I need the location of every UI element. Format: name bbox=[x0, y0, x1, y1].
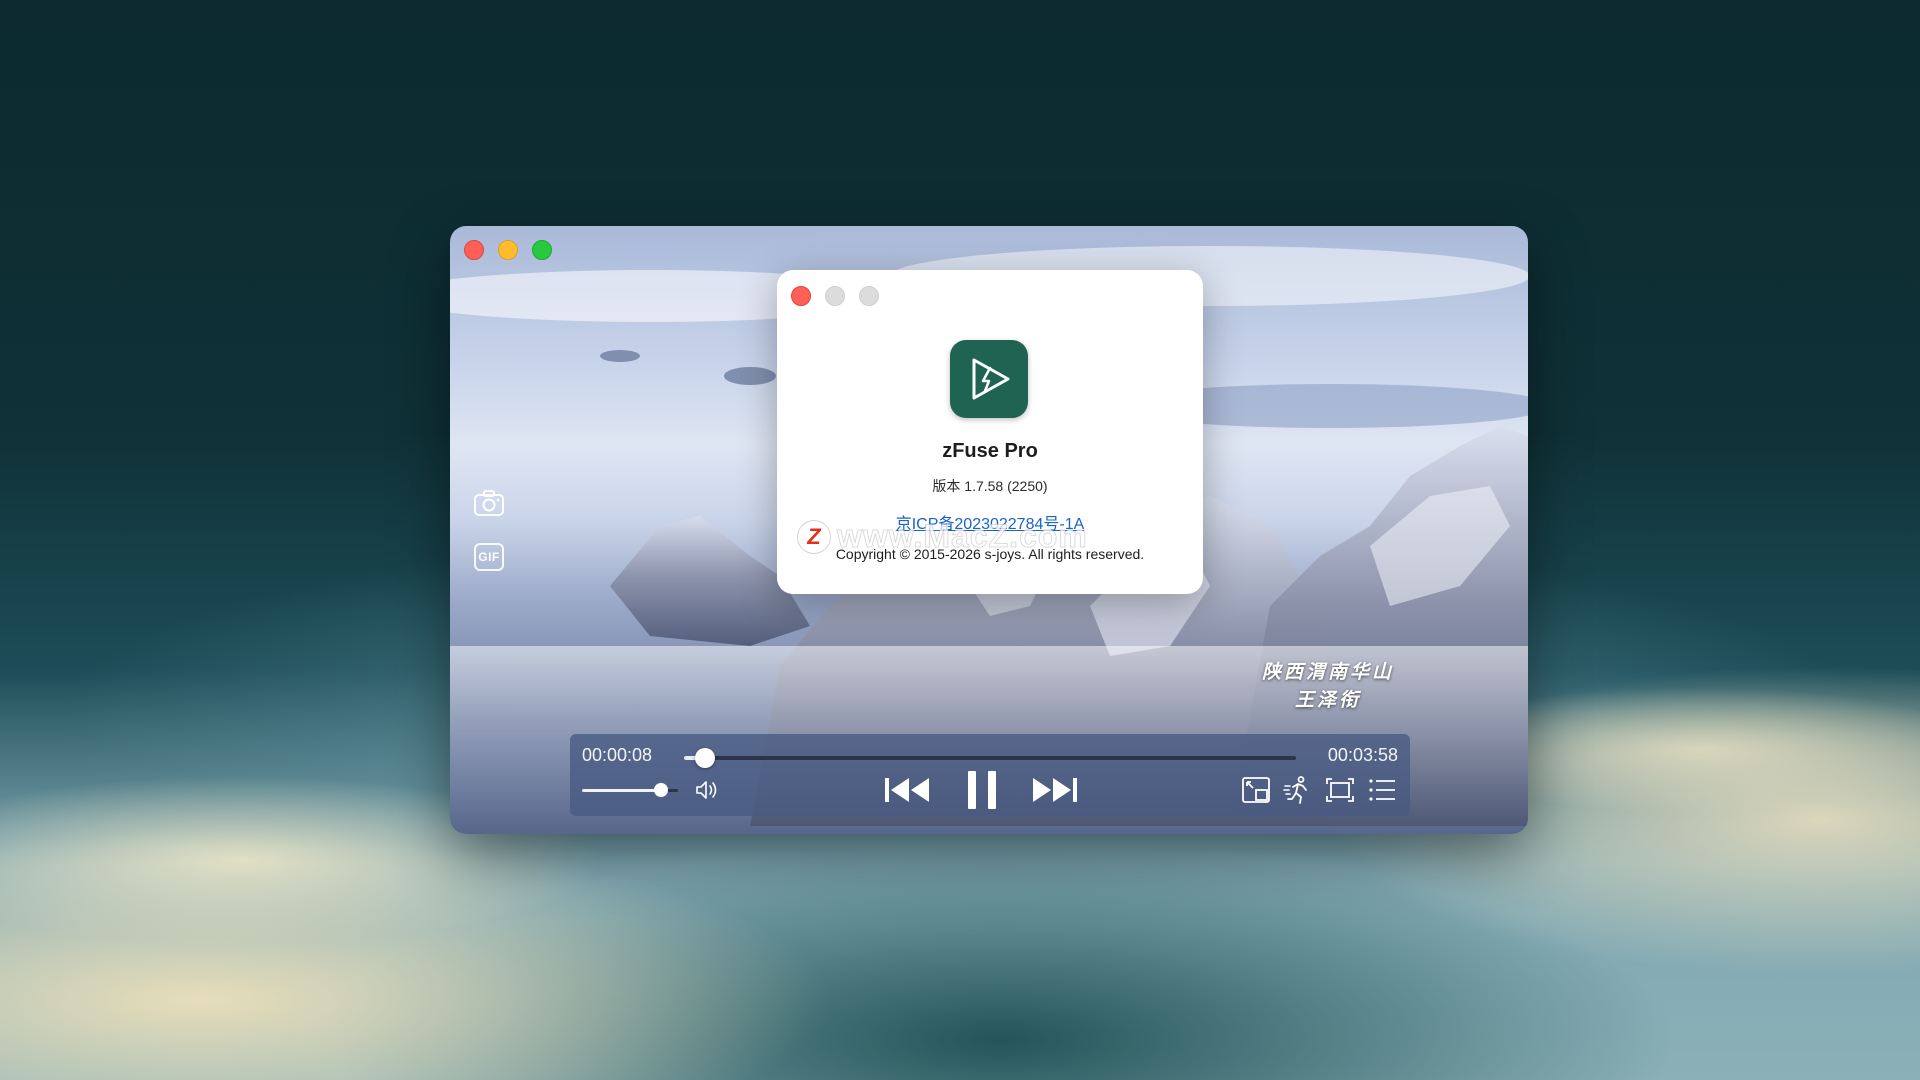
caption-line-1: 陕西渭南华山 bbox=[1261, 661, 1394, 683]
video-subtitle: 陕西渭南华山 王泽衔 bbox=[1262, 658, 1394, 714]
mute-button[interactable] bbox=[694, 778, 720, 802]
play-bolt-icon bbox=[972, 358, 1010, 400]
volume-knob[interactable] bbox=[653, 783, 668, 797]
pause-icon bbox=[968, 771, 996, 809]
about-window-controls bbox=[791, 286, 879, 306]
app-name: zFuse Pro bbox=[942, 440, 1038, 462]
camera-icon bbox=[474, 490, 504, 516]
gif-capture-button[interactable]: GIF bbox=[472, 542, 506, 572]
player-close-button[interactable] bbox=[464, 240, 484, 260]
app-icon bbox=[950, 340, 1028, 418]
playback-controls: 00:00:08 00:03:58 bbox=[570, 734, 1410, 816]
running-person-icon bbox=[1283, 776, 1307, 804]
picture-in-picture-icon bbox=[1242, 777, 1270, 803]
app-version: 版本 1.7.58 (2250) bbox=[932, 478, 1048, 494]
progress-knob[interactable] bbox=[694, 748, 715, 768]
picture-in-picture-button[interactable] bbox=[1240, 774, 1272, 806]
screenshot-button[interactable] bbox=[472, 488, 506, 518]
volume-fill bbox=[582, 789, 661, 792]
skip-forward-icon bbox=[1033, 778, 1077, 802]
fullscreen-button[interactable] bbox=[1324, 774, 1356, 806]
previous-button[interactable] bbox=[882, 772, 932, 808]
copyright-text: Copyright © 2015-2026 s-joys. All rights… bbox=[835, 546, 1145, 562]
speaker-icon bbox=[696, 781, 717, 799]
player-window-controls bbox=[464, 240, 552, 260]
volume-slider[interactable] bbox=[582, 783, 678, 797]
playback-speed-button[interactable] bbox=[1282, 774, 1314, 806]
progress-slider[interactable] bbox=[684, 748, 1296, 768]
next-button[interactable] bbox=[1030, 772, 1080, 808]
current-time: 00:00:08 bbox=[582, 745, 653, 765]
caption-line-2: 王泽衔 bbox=[1294, 689, 1361, 711]
player-minimize-button[interactable] bbox=[498, 240, 518, 260]
about-zoom-button bbox=[859, 286, 879, 306]
list-icon bbox=[1369, 779, 1395, 801]
gif-icon: GIF bbox=[474, 543, 504, 571]
fullscreen-icon bbox=[1326, 778, 1354, 802]
playlist-button[interactable] bbox=[1366, 774, 1398, 806]
skip-back-icon bbox=[885, 778, 929, 802]
about-close-button[interactable] bbox=[791, 286, 811, 306]
player-zoom-button[interactable] bbox=[532, 240, 552, 260]
about-dialog: zFuse Pro 版本 1.7.58 (2250) 京ICP备20230227… bbox=[777, 270, 1203, 594]
about-minimize-button bbox=[825, 286, 845, 306]
pause-button[interactable] bbox=[962, 768, 1002, 812]
icp-license-link[interactable]: 京ICP备2023022784号-1A bbox=[777, 510, 1203, 534]
total-time: 00:03:58 bbox=[1327, 745, 1398, 765]
